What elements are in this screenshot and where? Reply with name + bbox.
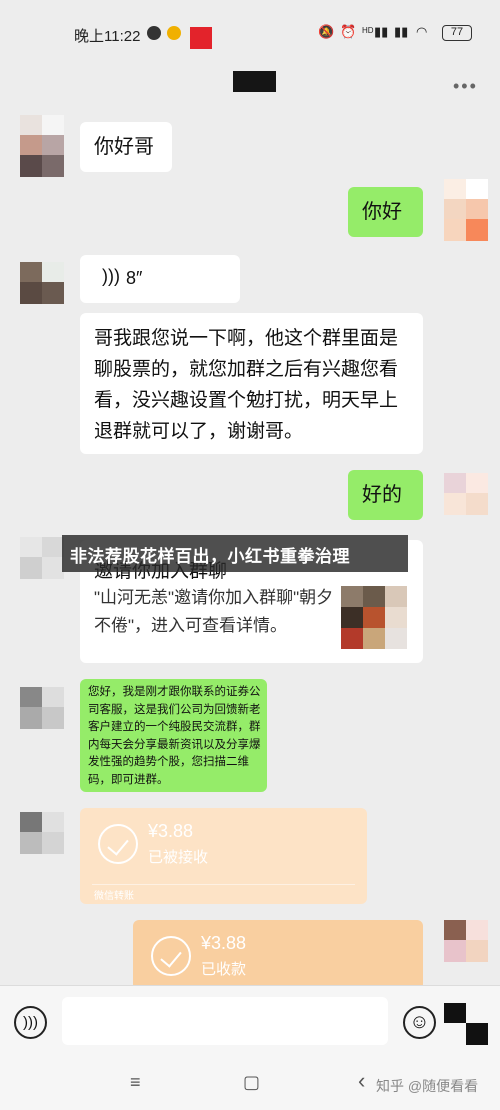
check-icon: [151, 936, 191, 976]
contact-avatar[interactable]: [20, 687, 64, 749]
more-options-button[interactable]: •••: [453, 76, 478, 97]
transfer-footer: 微信转账: [94, 891, 134, 902]
contact-avatar[interactable]: [20, 262, 64, 324]
message-bubble-sent[interactable]: 好的: [348, 470, 423, 520]
voice-wave-icon: ))): [23, 1014, 38, 1031]
back-icon[interactable]: ‹: [358, 1068, 365, 1094]
status-time: 晚上11:22: [74, 28, 141, 45]
voice-input-button[interactable]: ))): [14, 1006, 47, 1039]
qq-icon: [147, 26, 161, 40]
status-bar: 晚上11:22 🔕 ⏰ HD ▮▮ ▮▮ ◠ 77: [0, 0, 500, 60]
message-bubble-sent[interactable]: 你好: [348, 187, 423, 237]
transfer-amount: ¥3.88: [148, 821, 194, 841]
app-notification-icon: [167, 26, 181, 40]
watermark: 知乎 @随便看看: [376, 1078, 479, 1094]
smiley-icon: ☺: [409, 1011, 430, 1033]
message-input[interactable]: [62, 997, 388, 1045]
transfer-amount: ¥3.88: [201, 933, 247, 953]
self-avatar[interactable]: [444, 473, 488, 535]
contact-avatar[interactable]: [20, 537, 64, 599]
transfer-status: 已被接收: [148, 849, 209, 866]
battery-indicator: 77: [442, 25, 472, 41]
self-avatar[interactable]: [444, 920, 488, 982]
message-text: 你好: [362, 201, 402, 223]
transfer-status: 已收款: [201, 961, 247, 978]
overlay-caption-banner: 非法荐股花样百出，小红书重拳治理: [62, 535, 408, 572]
chat-title-redacted: [233, 71, 276, 92]
transfer-card[interactable]: ¥3.88 已被接收 微信转账: [80, 808, 367, 904]
voice-message[interactable]: ))) 8″: [80, 255, 240, 303]
message-text: 您好，我是刚才跟你联系的证券公司客服，这是我们公司为回馈新老客户建立的一个纯股民…: [88, 686, 261, 786]
self-avatar[interactable]: [444, 179, 488, 241]
emoji-button[interactable]: ☺: [403, 1006, 436, 1039]
signal-icon: ▮▮: [394, 24, 409, 39]
message-bubble[interactable]: 你好哥: [80, 122, 172, 172]
app-notification-icon: [190, 27, 212, 49]
signal-icon: ▮▮: [374, 24, 389, 39]
contact-avatar[interactable]: [20, 812, 64, 874]
voice-wave-icon: ))): [102, 266, 120, 286]
mute-icon: 🔕: [318, 24, 335, 39]
alarm-icon: ⏰: [340, 24, 357, 39]
menu-icon[interactable]: ≡: [130, 1072, 141, 1093]
overlay-caption: 非法荐股花样百出，小红书重拳治理: [70, 547, 350, 566]
message-bubble[interactable]: 哥我跟您说一下啊，他这个群里面是聊股票的，就您加群之后有兴趣您看看，没兴趣设置个…: [80, 313, 423, 454]
hd-label: HD: [362, 26, 374, 35]
message-text: 好的: [362, 484, 402, 506]
message-text: 你好哥: [94, 136, 154, 158]
transfer-card-sent[interactable]: ¥3.88 已收款: [133, 920, 423, 990]
wifi-icon: ◠: [416, 24, 428, 39]
invite-text: "山河无恙"邀请你加入群聊"朝夕不倦"，进入可查看详情。: [94, 588, 334, 635]
home-icon[interactable]: ▢: [243, 1072, 260, 1093]
voice-duration: 8″: [126, 268, 143, 288]
more-attachments-redacted[interactable]: [444, 1003, 488, 1045]
message-bubble[interactable]: 您好，我是刚才跟你联系的证券公司客服，这是我们公司为回馈新老客户建立的一个纯股民…: [80, 679, 267, 792]
contact-avatar[interactable]: [20, 115, 64, 177]
check-icon: [98, 824, 138, 864]
group-avatar-grid: [341, 586, 407, 650]
message-text: 哥我跟您说一下啊，他这个群里面是聊股票的，就您加群之后有兴趣您看看，没兴趣设置个…: [94, 328, 399, 442]
